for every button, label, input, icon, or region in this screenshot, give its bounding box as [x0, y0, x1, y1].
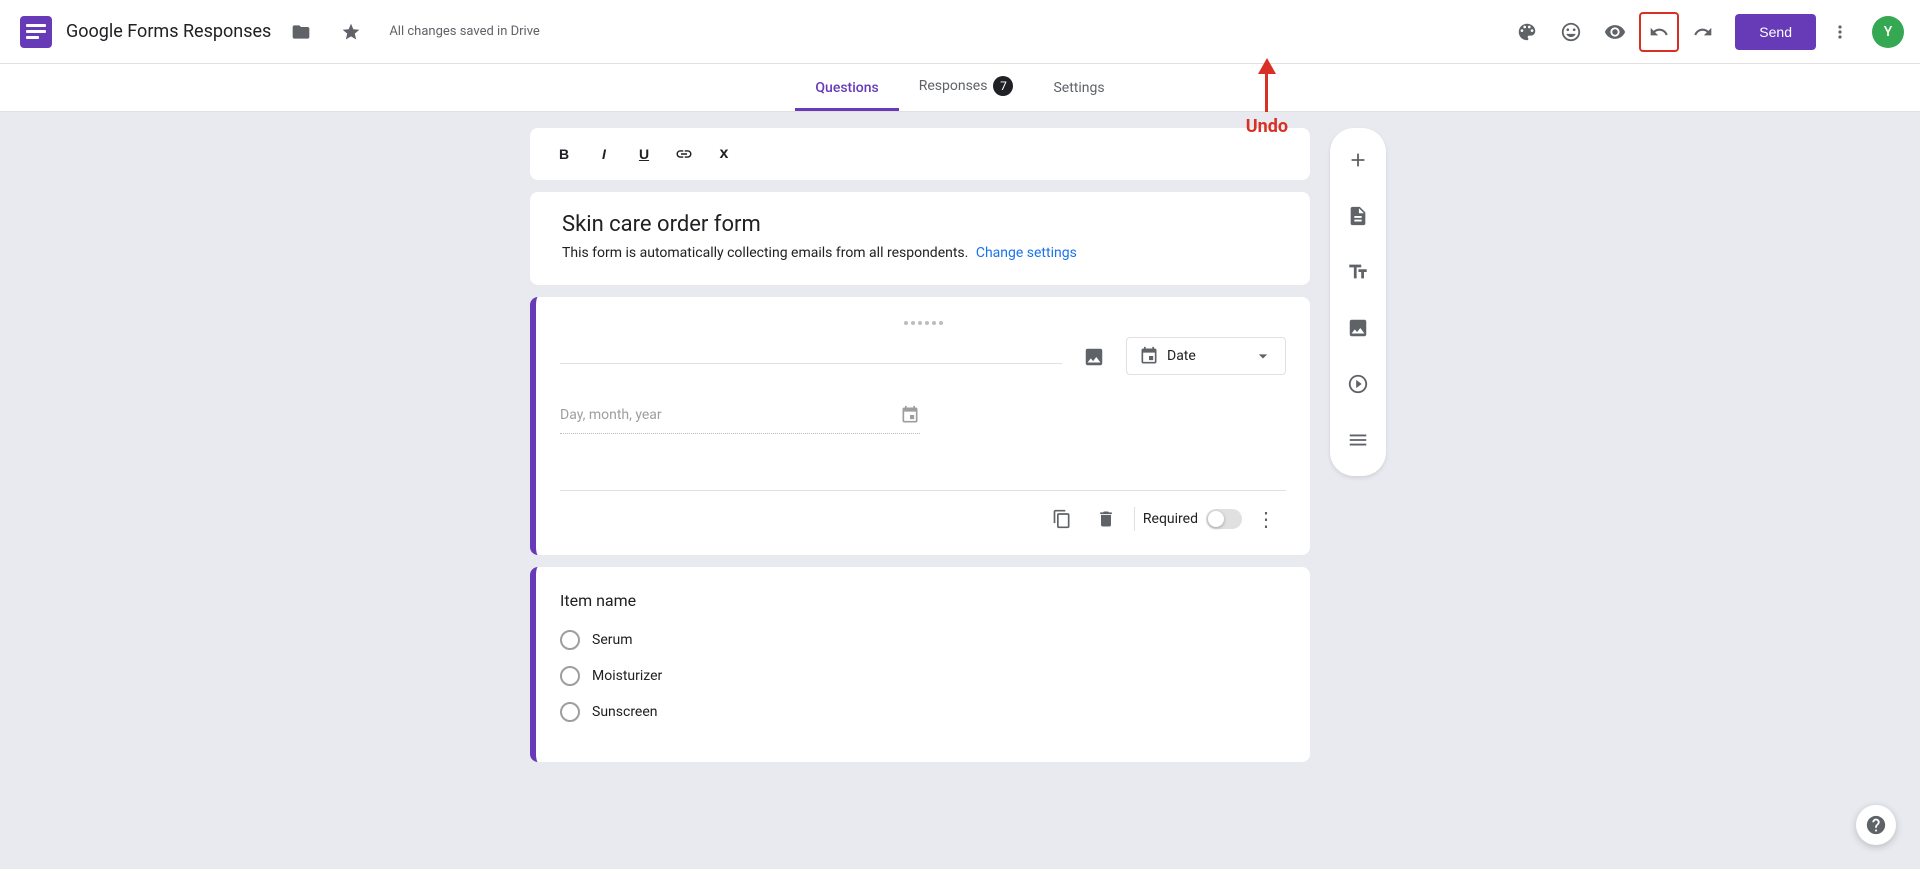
change-settings-link[interactable]: Change settings — [976, 245, 1077, 261]
option-sunscreen: Sunscreen — [560, 702, 1286, 722]
star-button[interactable] — [331, 12, 371, 52]
form-title: Skin care order form — [562, 212, 1278, 237]
tab-settings[interactable]: Settings — [1033, 68, 1124, 111]
drag-handle-area — [560, 321, 1286, 325]
sidebar-tools — [1330, 128, 1386, 476]
avatar[interactable]: Y — [1872, 16, 1904, 48]
form-description-line: This form is automatically collecting em… — [562, 245, 1278, 261]
main-content: B I U x Skin care order form This form i… — [0, 112, 1920, 869]
left-spacer — [0, 112, 530, 869]
question-type-label: Date — [1167, 348, 1245, 364]
radio-circle-serum — [560, 630, 580, 650]
responses-badge: 7 — [993, 76, 1013, 96]
add-video-tool[interactable] — [1334, 360, 1382, 408]
italic-button[interactable]: I — [586, 136, 622, 172]
send-button[interactable]: Send — [1735, 14, 1816, 50]
import-question-tool[interactable] — [1334, 192, 1382, 240]
add-title-tool[interactable] — [1334, 248, 1382, 296]
palette-button[interactable] — [1507, 12, 1547, 52]
add-section-tool[interactable] — [1334, 416, 1382, 464]
question-title-input[interactable]: Date — [560, 337, 1062, 364]
required-toggle[interactable] — [1206, 509, 1242, 529]
drag-handle — [904, 321, 943, 325]
duplicate-question-button[interactable] — [1042, 499, 1082, 539]
right-sidebar — [1326, 112, 1390, 869]
link-button[interactable] — [666, 136, 702, 172]
header-right: Send Y — [1507, 12, 1904, 52]
question-row: Date Date — [560, 337, 1286, 377]
add-image-to-question-button[interactable] — [1074, 337, 1114, 377]
right-spacer — [1390, 112, 1920, 869]
form-content: B I U x Skin care order form This form i… — [530, 112, 1310, 869]
bold-button[interactable]: B — [546, 136, 582, 172]
form-info-card: Skin care order form This form is automa… — [530, 192, 1310, 285]
more-question-options-button[interactable]: ⋮ — [1246, 499, 1286, 539]
remove-format-button[interactable]: x — [706, 136, 742, 172]
vertical-divider — [1134, 507, 1135, 531]
required-section: Required — [1143, 509, 1242, 529]
folder-button[interactable] — [281, 12, 321, 52]
app-icon — [16, 12, 56, 52]
delete-question-button[interactable] — [1086, 499, 1126, 539]
underline-button[interactable]: U — [626, 136, 662, 172]
emoji-button[interactable] — [1551, 12, 1591, 52]
tab-responses[interactable]: Responses 7 — [899, 64, 1034, 111]
formatting-toolbar: B I U x — [530, 128, 1310, 180]
redo-button[interactable] — [1683, 12, 1723, 52]
radio-circle-moisturizer — [560, 666, 580, 686]
question-type-selector[interactable]: Date — [1126, 337, 1286, 375]
option-moisturizer: Moisturizer — [560, 666, 1286, 686]
date-question-card: Date Date Day, month, year — [530, 297, 1310, 555]
date-input-preview: Day, month, year — [560, 397, 920, 434]
item-name-question-card: Item name Serum Moisturizer Sunscreen — [530, 567, 1310, 762]
tabs-bar: Questions Responses 7 Settings — [0, 64, 1920, 112]
app-title: Google Forms Responses — [66, 21, 271, 42]
toggle-knob — [1208, 511, 1224, 527]
app-header: Google Forms Responses All changes saved… — [0, 0, 1920, 64]
tab-questions[interactable]: Questions — [795, 68, 898, 111]
add-question-tool[interactable] — [1334, 136, 1382, 184]
more-options-button[interactable] — [1820, 12, 1860, 52]
question-card-actions: Required ⋮ — [560, 490, 1286, 539]
option-serum: Serum — [560, 630, 1286, 650]
preview-button[interactable] — [1595, 12, 1635, 52]
item-question-title: Item name — [560, 591, 1286, 610]
radio-circle-sunscreen — [560, 702, 580, 722]
help-button[interactable] — [1856, 805, 1896, 845]
undo-button[interactable] — [1639, 12, 1679, 52]
add-image-tool[interactable] — [1334, 304, 1382, 352]
header-left: Google Forms Responses All changes saved… — [16, 12, 1507, 52]
saved-status: All changes saved in Drive — [389, 24, 540, 39]
